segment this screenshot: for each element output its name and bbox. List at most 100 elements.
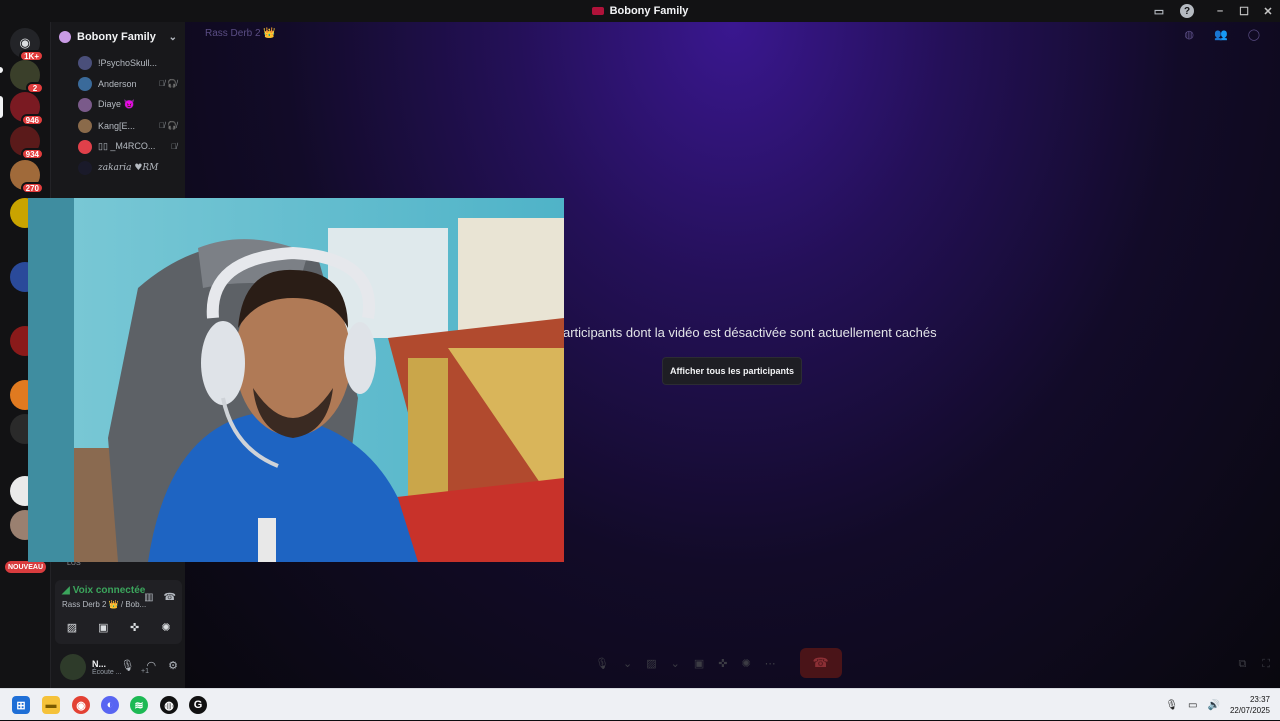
screen-share-button[interactable]: ▣	[90, 617, 116, 637]
soundboard-button[interactable]: ✺	[153, 617, 179, 637]
server-badge: 934	[20, 148, 44, 160]
voice-status: ◢ Voix connectée	[62, 585, 146, 596]
window-titlebar: Bobony Family ▭ ? – ☐ ✕	[0, 0, 1280, 22]
member-name: zakaria ♥RM	[98, 162, 159, 173]
clock-date: 22/07/2025	[1229, 706, 1270, 715]
webcam-video-frame	[28, 198, 564, 562]
member-name: Diaye 😈	[98, 99, 135, 109]
network-icon[interactable]: ▭	[1188, 700, 1197, 711]
voice-member[interactable]: !PsychoSkull...	[51, 52, 185, 73]
show-all-participants-button[interactable]: Afficher tous les participants	[662, 357, 802, 385]
chevron-down-icon: ⌄	[168, 31, 177, 43]
voice-member[interactable]: Anderson 🎙̸ 🎧̸	[51, 73, 185, 94]
hidden-participants-message: articipants dont la vidéo est désactivée…	[563, 325, 937, 340]
help-icon[interactable]: ?	[1180, 4, 1194, 18]
chevron-down-icon[interactable]: ⌄	[671, 657, 680, 670]
guild-name: Bobony Family	[77, 31, 156, 43]
member-name: !PsychoSkull...	[98, 57, 158, 68]
selected-pill	[0, 96, 3, 118]
signal-icon: ◢	[62, 585, 70, 596]
os-taskbar: ⊞ ▬ ◉ ◐ ≋ ◍ G 🎙 ▭ 🔊 23:37 22/07/2025	[0, 688, 1280, 720]
camera-off-icon: ▨	[66, 621, 78, 634]
discord-logo-icon	[591, 7, 604, 15]
close-button[interactable]: ✕	[1256, 0, 1280, 22]
soundboard-icon[interactable]: ✺	[741, 657, 750, 670]
headphones-icon[interactable]: ◠	[147, 659, 157, 672]
screen-share-icon: ▣	[98, 621, 109, 634]
muted-deafened-icons: 🎙̸ 🎧̸	[158, 79, 177, 88]
system-tray: 🎙 ▭ 🔊 23:37 22/07/2025	[1165, 689, 1270, 721]
avatar	[78, 160, 92, 175]
avatar	[78, 97, 92, 112]
camera-off-icon[interactable]: ▨	[646, 657, 656, 670]
disconnect-button[interactable]: ☎	[799, 648, 842, 678]
server-item[interactable]: 934	[10, 126, 44, 160]
activity-icon[interactable]: ◍	[1184, 28, 1194, 41]
avatar	[78, 139, 92, 154]
fullscreen-icon[interactable]: ⛶	[1262, 658, 1270, 671]
muted-deafened-icons: 🎙̸ 🎧̸	[158, 121, 177, 130]
screen-share-icon[interactable]: ▣	[694, 657, 704, 670]
member-name: ▯▯ _M4RCO...	[98, 141, 156, 151]
user-name: N...	[92, 658, 107, 669]
gamepad-icon: ✜	[130, 621, 140, 634]
volume-icon[interactable]: 🔊	[1208, 700, 1220, 711]
call-channel-header: Rass Derb 2 👑	[205, 28, 276, 39]
soundboard-icon: ✺	[161, 621, 171, 634]
chrome-icon[interactable]: ◉	[72, 696, 90, 714]
chevron-down-icon[interactable]: ⌄	[623, 657, 632, 670]
noise-suppression-icon[interactable]: ▥	[144, 592, 153, 603]
discord-taskbar-icon[interactable]: ◐	[101, 696, 119, 714]
avatar[interactable]	[60, 654, 86, 680]
app-g-icon[interactable]: G	[189, 696, 207, 714]
voice-member[interactable]: Kang[E... 🎙̸ 🎧̸	[51, 115, 185, 136]
member-name: Kang[E...	[98, 120, 136, 131]
guild-icon	[59, 31, 71, 43]
minimize-button[interactable]: –	[1208, 0, 1232, 22]
server-item-selected[interactable]: 946	[10, 92, 44, 126]
avatar	[78, 76, 92, 91]
window-title: Bobony Family	[609, 5, 689, 17]
clock-time: 23:37	[1249, 695, 1270, 704]
more-icon[interactable]: ⋯	[765, 657, 776, 670]
camera-off-button[interactable]: ▨	[59, 617, 85, 637]
chat-icon[interactable]: ◯	[1248, 28, 1260, 41]
server-badge: 270	[20, 182, 44, 194]
voice-connection-panel: ◢ Voix connectée Rass Derb 2 👑 / Bob... ▥…	[55, 580, 182, 644]
maximize-button[interactable]: ☐	[1232, 0, 1256, 22]
windows-start-icon[interactable]: ⊞	[12, 696, 30, 714]
new-badge: NOUVEAU	[5, 561, 47, 573]
microphone-icon[interactable]: 🎙	[121, 659, 135, 672]
activity-button[interactable]: ✜	[122, 617, 148, 637]
avatar	[78, 55, 92, 70]
floating-video-overlay[interactable]	[28, 198, 564, 562]
file-explorer-icon[interactable]: ▬	[42, 696, 60, 714]
disconnect-icon[interactable]: ☎	[164, 592, 176, 603]
voice-member[interactable]: ▯▯ _M4RCO... 🎙̸	[51, 136, 185, 157]
server-home[interactable]: ◉ 1K+	[10, 28, 44, 62]
member-name: Anderson	[98, 78, 137, 89]
server-badge: 946	[20, 114, 44, 126]
avatar	[78, 118, 92, 133]
call-controls: 🎙 ⌄ ▨ ⌄ ▣ ✜ ✺ ⋯ ☎	[595, 648, 842, 678]
server-item[interactable]: 270	[10, 160, 44, 194]
gamepad-icon[interactable]: ✜	[718, 657, 727, 670]
system-clock[interactable]: 23:37 22/07/2025	[1230, 694, 1270, 716]
unread-pill	[0, 67, 3, 73]
members-icon[interactable]: 👥	[1214, 28, 1228, 41]
muted-icon: 🎙̸	[171, 142, 177, 151]
voice-member[interactable]: Diaye 😈	[51, 94, 185, 115]
guild-header[interactable]: Bobony Family ⌄	[51, 22, 185, 52]
obs-icon[interactable]: ◍	[160, 696, 178, 714]
popout-icon[interactable]: ⧉	[1238, 658, 1246, 671]
microphone-tray-icon[interactable]: 🎙	[1165, 700, 1178, 711]
inbox-icon[interactable]: ▭	[1152, 4, 1166, 18]
server-item[interactable]: 2	[10, 60, 44, 94]
user-panel: N... Écoute ... +1 🎙 ◠ ⚙	[55, 650, 182, 684]
voice-member[interactable]: zakaria ♥RM	[51, 157, 185, 178]
hangup-icon: ☎	[812, 655, 829, 670]
user-status: Écoute ...	[92, 668, 122, 676]
gear-icon[interactable]: ⚙	[168, 659, 178, 672]
spotify-icon[interactable]: ≋	[130, 696, 148, 714]
microphone-icon[interactable]: 🎙	[595, 657, 609, 670]
